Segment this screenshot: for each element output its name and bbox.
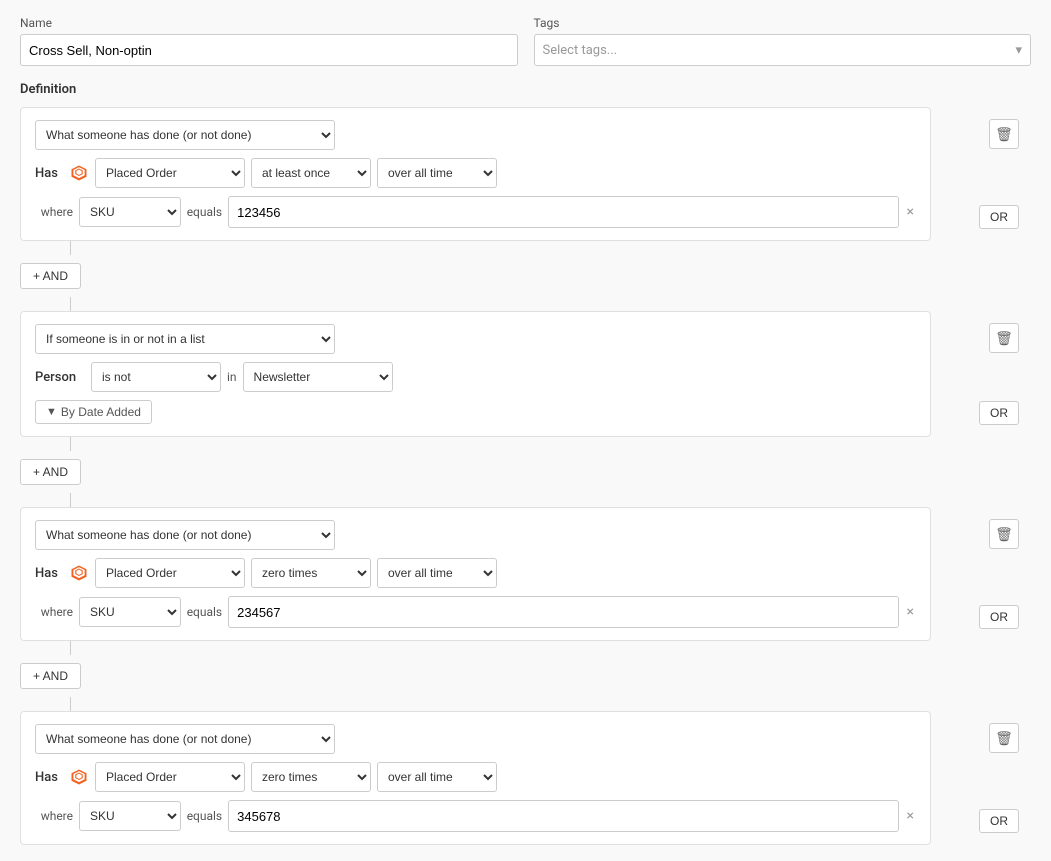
and-button-1[interactable]: + AND [20,263,81,289]
delete-button-1[interactable]: 🗑 [989,119,1019,149]
or-button-4[interactable]: OR [979,809,1019,833]
equals-label-3: equals [187,605,222,619]
person-status-select-2[interactable]: is not [91,362,221,392]
connector-line-5 [70,641,71,655]
clear-value-4[interactable]: × [905,808,916,824]
person-row-2: Person is not in Newsletter [35,362,916,392]
type-row-2: If someone is in or not in a list [35,324,916,354]
magento-icon-1 [69,163,89,183]
time-select-1[interactable]: over all time [377,158,497,188]
and-button-2[interactable]: + AND [20,459,81,485]
page-container: Name Tags Select tags... ▾ Definition Wh… [0,0,1051,861]
connector-line-1 [70,241,71,255]
tags-placeholder: Select tags... [543,43,618,58]
condition-block-2: If someone is in or not in a list Person… [20,311,1031,437]
condition-content-4: What someone has done (or not done) Has … [20,711,931,845]
by-date-label-2: By Date Added [61,405,141,419]
has-row-4: Has Placed Order zero times over all tim… [35,762,916,792]
definition-label: Definition [20,82,1031,97]
equals-label-4: equals [187,809,222,823]
tags-select[interactable]: Select tags... ▾ [534,34,1032,66]
or-button-1[interactable]: OR [979,205,1019,229]
frequency-select-1[interactable]: at least once [251,158,371,188]
value-input-1[interactable] [228,196,898,228]
property-select-1[interactable]: SKU [79,197,181,227]
clear-value-1[interactable]: × [905,204,916,220]
trash-icon-2: 🗑 [995,330,1013,347]
connector-line-2 [70,297,71,311]
has-label-3: Has [35,566,63,581]
magento-icon-4 [69,767,89,787]
equals-label-1: equals [187,205,222,219]
has-row-1: Has Placed Order at least once over all … [35,158,916,188]
where-label-4: where [35,809,73,823]
clear-value-3[interactable]: × [905,604,916,620]
value-input-4[interactable] [228,800,898,832]
has-row-3: Has Placed Order zero times over all tim… [35,558,916,588]
frequency-select-3[interactable]: zero times [251,558,371,588]
condition-block-1: What someone has done (or not done) Has … [20,107,1031,241]
property-select-4[interactable]: SKU [79,801,181,831]
condition-type-select-3[interactable]: What someone has done (or not done) [35,520,335,550]
connector-line-4 [70,493,71,507]
tags-dropdown-arrow: ▾ [1015,43,1022,58]
condition-content-1: What someone has done (or not done) Has … [20,107,931,241]
delete-button-2[interactable]: 🗑 [989,323,1019,353]
condition-type-select-4[interactable]: What someone has done (or not done) [35,724,335,754]
or-button-3[interactable]: OR [979,605,1019,629]
condition-content-3: What someone has done (or not done) Has … [20,507,931,641]
by-date-button-2[interactable]: ▼ By Date Added [35,400,152,424]
has-label-4: Has [35,770,63,785]
where-row-3: where SKU equals × [35,596,916,628]
condition-block-3: What someone has done (or not done) Has … [20,507,1031,641]
delete-button-3[interactable]: 🗑 [989,519,1019,549]
top-row: Name Tags Select tags... ▾ [20,16,1031,66]
delete-button-4[interactable]: 🗑 [989,723,1019,753]
time-select-4[interactable]: over all time [377,762,497,792]
event-select-3[interactable]: Placed Order [95,558,245,588]
event-select-1[interactable]: Placed Order [95,158,245,188]
condition-block-4: What someone has done (or not done) Has … [20,711,1031,845]
name-field-group: Name [20,16,518,66]
trash-icon-3: 🗑 [995,526,1013,543]
value-input-3[interactable] [228,596,898,628]
list-select-2[interactable]: Newsletter [243,362,393,392]
by-date-row-2: ▼ By Date Added [35,400,916,424]
tags-label: Tags [534,16,1032,30]
condition-type-select-2[interactable]: If someone is in or not in a list [35,324,335,354]
where-row-4: where SKU equals × [35,800,916,832]
type-row-1: What someone has done (or not done) [35,120,916,150]
where-label-3: where [35,605,73,619]
event-select-4[interactable]: Placed Order [95,762,245,792]
type-row-3: What someone has done (or not done) [35,520,916,550]
condition-content-2: If someone is in or not in a list Person… [20,311,931,437]
connector-line-6 [70,697,71,711]
trash-icon-1: 🗑 [995,126,1013,143]
or-button-2[interactable]: OR [979,401,1019,425]
name-label: Name [20,16,518,30]
has-label-1: Has [35,166,63,181]
and-button-3[interactable]: + AND [20,663,81,689]
filter-icon-2: ▼ [46,406,57,418]
frequency-select-4[interactable]: zero times [251,762,371,792]
person-label-2: Person [35,370,85,385]
property-select-3[interactable]: SKU [79,597,181,627]
type-row-4: What someone has done (or not done) [35,724,916,754]
magento-icon-3 [69,563,89,583]
where-label-1: where [35,205,73,219]
tags-field-group: Tags Select tags... ▾ [534,16,1032,66]
in-label-2: in [227,370,237,384]
time-select-3[interactable]: over all time [377,558,497,588]
name-input[interactable] [20,34,518,66]
where-row-1: where SKU equals × [35,196,916,228]
condition-type-select-1[interactable]: What someone has done (or not done) [35,120,335,150]
trash-icon-4: 🗑 [995,730,1013,747]
connector-line-3 [70,437,71,451]
